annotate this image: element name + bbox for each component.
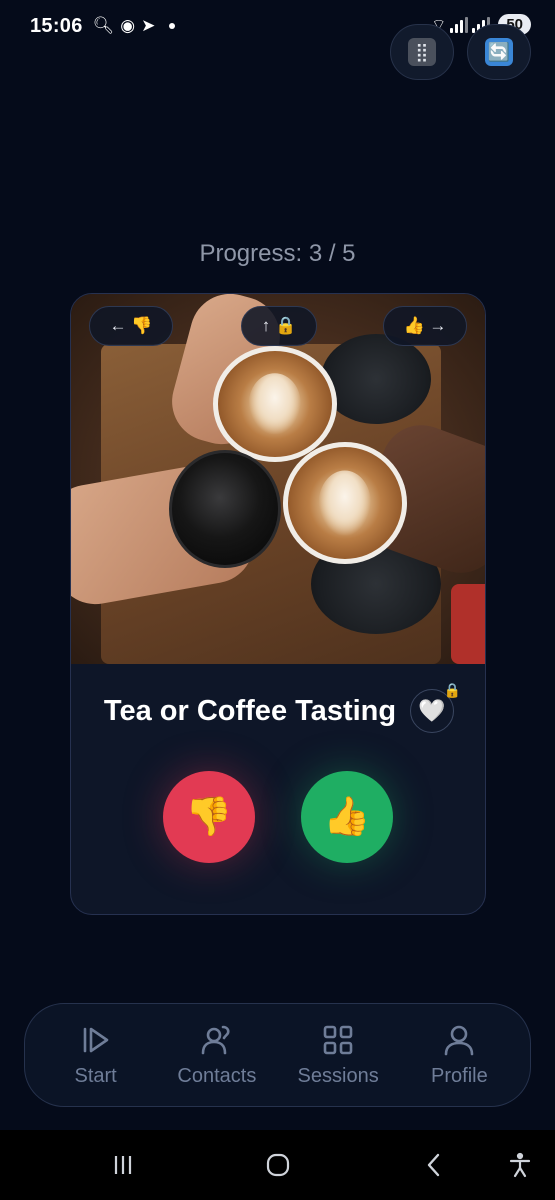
nav-item-contacts[interactable]: Contacts — [157, 1023, 277, 1088]
search-notification-icon: 🔍︎ — [92, 16, 115, 35]
signal-icon — [450, 16, 469, 33]
photo-plate — [321, 334, 431, 424]
dislike-button[interactable]: 👎 — [163, 771, 255, 863]
nav-label-start: Start — [74, 1064, 117, 1087]
recent-apps-button[interactable] — [103, 1150, 143, 1180]
back-icon — [427, 1153, 440, 1177]
heart-icon: 🤍 — [418, 698, 446, 723]
favorite-button[interactable]: 🤍 🔒 — [410, 682, 461, 733]
recent-apps-icon — [114, 1156, 132, 1174]
back-button[interactable] — [414, 1150, 454, 1180]
contacts-icon — [201, 1025, 230, 1054]
nav-item-start[interactable]: Start — [36, 1023, 156, 1088]
system-navigation-bar — [0, 1130, 555, 1200]
home-button[interactable] — [258, 1150, 298, 1180]
status-notification-icons: 🔍︎ ◉ ➤ — [93, 16, 176, 36]
photo-latte-cup — [213, 346, 337, 462]
photo-latte-art — [318, 470, 372, 536]
card-title: Tea or Coffee Tasting — [103, 694, 397, 727]
home-icon — [266, 1153, 290, 1177]
grid-view-button[interactable]: ⣿ — [390, 24, 454, 80]
nav-item-sessions[interactable]: Sessions — [278, 1023, 398, 1088]
nav-label-sessions: Sessions — [297, 1064, 379, 1087]
profile-icon — [445, 1025, 474, 1055]
photo-latte-art — [248, 373, 302, 435]
card-title-row: Tea or Coffee Tasting 🤍 🔒 — [71, 682, 485, 736]
activity-card[interactable]: ← 👎 ↑ 🔒 👍 → Tea or Coffee Tasting 🤍 🔒 👎 … — [70, 293, 486, 915]
photo-iced-coffee — [169, 450, 281, 568]
photo-chair — [451, 584, 485, 664]
status-time: 15:06 — [30, 14, 83, 37]
like-button[interactable]: 👍 — [301, 771, 393, 863]
photo-latte-cup — [283, 442, 407, 564]
swipe-left-hint: ← 👎 — [89, 306, 173, 346]
accessibility-icon — [509, 1152, 531, 1178]
nav-label-contacts: Contacts — [177, 1064, 257, 1087]
nav-label-profile: Profile — [431, 1064, 488, 1087]
nav-item-profile[interactable]: Profile — [399, 1023, 519, 1088]
start-icon — [83, 1027, 108, 1052]
swipe-up-hint: ↑ 🔒 — [241, 306, 317, 346]
swipe-right-hint: 👍 → — [383, 306, 467, 346]
more-notifications-dot — [169, 23, 176, 29]
coffee-cups-photo: ← 👎 ↑ 🔒 👍 → — [71, 294, 485, 664]
accessibility-button[interactable] — [500, 1150, 540, 1180]
thumbs-up-icon: 👍 — [323, 796, 371, 838]
grid-icon: ⣿ — [408, 38, 436, 66]
telegram-icon: ➤ — [141, 16, 156, 35]
sessions-icon — [323, 1025, 353, 1054]
lock-icon: 🔒 — [443, 682, 462, 698]
app-notification-icon: ◉ — [120, 16, 136, 35]
thumbs-down-icon: 👎 — [185, 796, 233, 838]
swap-button[interactable]: 🔄 — [467, 24, 531, 80]
bottom-navigation: Start Contacts Sessions Profile — [24, 1003, 531, 1107]
swap-icon: 🔄 — [485, 38, 513, 66]
progress-text: Progress: 3 / 5 — [199, 240, 356, 267]
